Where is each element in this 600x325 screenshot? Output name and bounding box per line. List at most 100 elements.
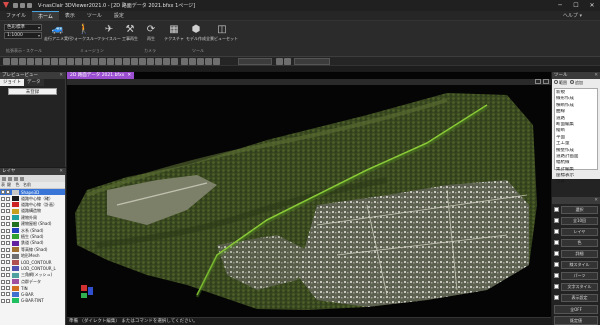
lock-checkbox[interactable] xyxy=(6,196,10,201)
layer-color-swatch[interactable] xyxy=(12,228,19,234)
redo-quick-icon[interactable] xyxy=(27,3,32,8)
lock-checkbox[interactable] xyxy=(6,222,10,227)
wire-icon[interactable] xyxy=(107,58,114,65)
terrain-3d-view[interactable] xyxy=(67,85,551,317)
maximize-button[interactable]: ☐ xyxy=(568,0,584,11)
minimize-button[interactable]: ─ xyxy=(552,0,568,11)
property-checkbox[interactable] xyxy=(554,240,559,245)
zoom-fit-icon[interactable] xyxy=(19,58,26,65)
layer-color-swatch[interactable] xyxy=(12,247,19,253)
layer-color-swatch[interactable] xyxy=(12,202,19,208)
lock-checkbox[interactable] xyxy=(6,215,10,220)
layer-row[interactable]: G-BAR-TINT xyxy=(0,298,65,304)
lock-checkbox[interactable] xyxy=(6,202,10,207)
radio-add[interactable]: 追加 xyxy=(570,80,583,86)
menu-settings[interactable]: 設定 xyxy=(108,11,130,21)
visibility-checkbox[interactable] xyxy=(1,254,5,259)
fog-icon[interactable] xyxy=(139,58,146,65)
scale-select[interactable]: 1:1000 xyxy=(4,32,42,39)
property-checkbox[interactable] xyxy=(554,251,559,256)
stepper-up-icon[interactable] xyxy=(276,58,283,65)
visibility-checkbox[interactable] xyxy=(1,298,5,303)
display-mode-select[interactable]: 色彩標準 xyxy=(4,24,42,31)
layer-color-swatch[interactable] xyxy=(12,298,19,304)
property-checkbox[interactable] xyxy=(554,273,559,278)
shadow-icon[interactable] xyxy=(99,58,106,65)
layer-color-swatch[interactable] xyxy=(12,240,19,246)
property-checkbox[interactable] xyxy=(554,262,559,267)
property-checkbox[interactable] xyxy=(554,229,559,234)
layer-color-swatch[interactable] xyxy=(12,234,19,240)
tab-joint[interactable]: ジョイト xyxy=(0,79,24,86)
property-checkbox[interactable] xyxy=(554,295,559,300)
close-icon[interactable]: ✕ xyxy=(594,197,598,204)
lock-checkbox[interactable] xyxy=(6,254,10,259)
visibility-checkbox[interactable] xyxy=(1,228,5,233)
sky-icon[interactable] xyxy=(131,58,138,65)
layer-color-swatch[interactable] xyxy=(12,189,19,195)
record-icon[interactable] xyxy=(163,58,170,65)
stepper-down-icon[interactable] xyxy=(284,58,291,65)
property-button[interactable]: レイヤ xyxy=(561,227,598,236)
close-tab-icon[interactable]: ✕ xyxy=(127,72,131,79)
pan-icon[interactable] xyxy=(27,58,34,65)
lock-checkbox[interactable] xyxy=(6,241,10,246)
lock-checkbox[interactable] xyxy=(6,292,10,297)
layer-color-swatch[interactable] xyxy=(12,266,19,272)
viewport-tab[interactable]: 2D 路面データ 2021.bfxx ✕ xyxy=(67,72,135,79)
viewport-maximize-icon[interactable] xyxy=(543,79,549,84)
snap-icon[interactable] xyxy=(205,58,212,65)
move-up-icon[interactable] xyxy=(14,176,18,181)
layer-color-swatch[interactable] xyxy=(12,221,19,227)
property-button[interactable]: 色 xyxy=(561,238,598,247)
property-button[interactable]: 選択 xyxy=(561,205,598,214)
lock-checkbox[interactable] xyxy=(6,247,10,252)
property-button[interactable]: 全10回 xyxy=(561,216,598,225)
model-create-button[interactable]: ⬢ モデル作成 xyxy=(184,23,208,47)
front-view-icon[interactable] xyxy=(51,58,58,65)
layer-color-swatch[interactable] xyxy=(12,215,19,221)
add-layer-icon[interactable] xyxy=(2,176,6,181)
visibility-checkbox[interactable] xyxy=(1,222,5,227)
property-checkbox[interactable] xyxy=(554,284,559,289)
layer-color-swatch[interactable] xyxy=(12,253,19,259)
tab-data[interactable]: データ xyxy=(24,79,44,86)
layer-color-swatch[interactable] xyxy=(12,196,19,202)
visibility-checkbox[interactable] xyxy=(1,202,5,207)
close-button[interactable]: ✕ xyxy=(584,0,600,11)
side-view-icon[interactable] xyxy=(59,58,66,65)
save-quick-icon[interactable] xyxy=(13,3,18,8)
texture-view-icon[interactable] xyxy=(123,58,130,65)
layer-color-swatch[interactable] xyxy=(12,285,19,291)
replay-button[interactable]: ⟳ 再生 xyxy=(139,23,163,47)
close-icon[interactable]: ✕ xyxy=(59,168,63,175)
help-menu[interactable]: ヘルプ ▾ xyxy=(563,12,600,19)
panorama-view-button[interactable]: ◫ 全景ビューセット xyxy=(206,23,238,47)
visibility-checkbox[interactable] xyxy=(1,234,5,239)
info-icon[interactable] xyxy=(213,58,220,65)
property-checkbox[interactable] xyxy=(554,218,559,223)
solid-icon[interactable] xyxy=(115,58,122,65)
visibility-checkbox[interactable] xyxy=(1,209,5,214)
layer-icon[interactable] xyxy=(189,58,196,65)
visibility-checkbox[interactable] xyxy=(1,279,5,284)
undo-quick-icon[interactable] xyxy=(20,3,25,8)
drive-animation-button[interactable]: 🚙 走行アニメ実行 xyxy=(44,23,72,47)
radio-range[interactable]: 範囲 xyxy=(554,80,567,86)
close-icon[interactable]: ✕ xyxy=(594,72,598,79)
menu-file[interactable]: ファイル xyxy=(0,11,32,21)
menu-view[interactable]: 表示 xyxy=(59,11,81,21)
lock-checkbox[interactable] xyxy=(6,228,10,233)
lock-checkbox[interactable] xyxy=(6,279,10,284)
app-logo-icon[interactable] xyxy=(2,1,11,10)
property-button[interactable]: 詳細 xyxy=(561,249,598,258)
visibility-checkbox[interactable] xyxy=(1,247,5,252)
settings-icon[interactable] xyxy=(171,58,178,65)
camera-icon[interactable] xyxy=(147,58,154,65)
property-button[interactable]: 線スタイル xyxy=(561,260,598,269)
visibility-checkbox[interactable] xyxy=(1,292,5,297)
lock-checkbox[interactable] xyxy=(6,260,10,265)
property-checkbox[interactable] xyxy=(554,207,559,212)
layer-color-swatch[interactable] xyxy=(12,259,19,265)
light-icon[interactable] xyxy=(91,58,98,65)
